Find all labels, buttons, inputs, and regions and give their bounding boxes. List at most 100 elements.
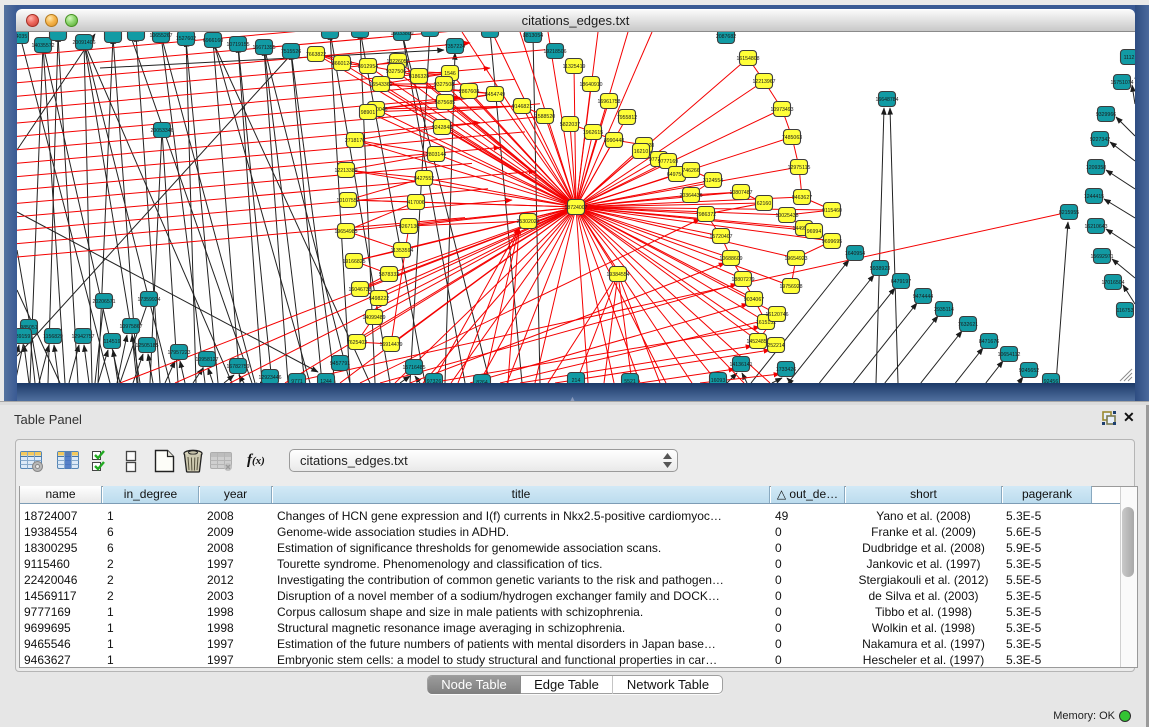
svg-text:16046738: 16046738 (348, 287, 371, 293)
svg-text:10719155: 10719155 (226, 42, 249, 48)
svg-text:25302023: 25302023 (516, 219, 539, 225)
svg-text:7955812: 7955812 (617, 115, 637, 121)
svg-text:10025438: 10025438 (775, 213, 798, 219)
svg-text:1588520: 1588520 (535, 114, 555, 120)
svg-text:9242848: 9242848 (432, 125, 452, 131)
svg-text:17016504: 17016504 (1101, 280, 1124, 286)
svg-text:15720407: 15720407 (709, 234, 732, 240)
svg-text:20206571: 20206571 (92, 299, 115, 305)
svg-text:18807279: 18807279 (731, 277, 754, 283)
svg-text:15692971: 15692971 (1090, 254, 1113, 260)
svg-text:5938923: 5938923 (870, 266, 890, 272)
svg-text:8427552: 8427552 (414, 176, 434, 182)
svg-text:214: 214 (572, 378, 581, 383)
svg-text:5875685: 5875685 (435, 100, 455, 106)
svg-text:16093: 16093 (711, 378, 726, 383)
svg-text:14099489: 14099489 (362, 315, 385, 321)
svg-text:12942757: 12942757 (71, 334, 94, 340)
svg-text:7986372: 7986372 (696, 212, 716, 218)
svg-text:9245652: 9245652 (1019, 368, 1039, 374)
svg-text:20364436: 20364436 (679, 193, 702, 199)
svg-text:8912954: 8912954 (358, 64, 378, 70)
svg-text:96994: 96994 (807, 229, 822, 235)
svg-text:12213389: 12213389 (334, 168, 357, 174)
svg-text:9771: 9771 (291, 379, 303, 383)
svg-text:1244: 1244 (320, 379, 332, 383)
svg-text:16154808: 16154808 (736, 56, 759, 62)
svg-text:16671355: 16671355 (252, 45, 275, 51)
svg-text:7625402: 7625402 (347, 340, 367, 346)
svg-text:16120746: 16120746 (765, 312, 788, 318)
svg-text:8990448: 8990448 (604, 138, 624, 144)
svg-text:16782759: 16782759 (226, 364, 249, 370)
svg-text:7357224: 7357224 (445, 44, 465, 50)
svg-text:116753: 116753 (1117, 308, 1134, 314)
svg-text:98901: 98901 (361, 110, 376, 116)
svg-text:10958127: 10958127 (195, 357, 218, 363)
svg-text:114519: 114519 (104, 339, 121, 345)
svg-text:8186328: 8186328 (409, 74, 429, 80)
svg-text:9115460: 9115460 (822, 208, 842, 214)
svg-text:1640954: 1640954 (845, 251, 865, 257)
svg-text:19166825: 19166825 (342, 259, 365, 265)
svg-text:19756928: 19756928 (779, 284, 802, 290)
svg-text:9327506: 9327506 (386, 69, 406, 75)
svg-text:1112: 1112 (1124, 55, 1135, 61)
svg-text:14524851: 14524851 (746, 339, 769, 345)
svg-text:15751074: 15751074 (1110, 80, 1133, 86)
svg-text:5878332: 5878332 (379, 272, 399, 278)
svg-text:18640910: 18640910 (579, 82, 602, 88)
svg-text:6479197: 6479197 (891, 279, 911, 285)
svg-text:9463627: 9463627 (792, 195, 812, 201)
svg-text:9227342: 9227342 (1090, 137, 1110, 143)
svg-text:10975867: 10975867 (119, 324, 142, 330)
svg-text:2935114: 2935114 (934, 307, 954, 313)
svg-text:97326: 97326 (427, 379, 442, 383)
svg-text:5822037: 5822037 (560, 122, 580, 128)
svg-text:9329966: 9329966 (1096, 112, 1116, 118)
svg-text:9457791: 9457791 (330, 361, 350, 367)
svg-text:2087682: 2087682 (716, 34, 736, 40)
svg-text:19384554: 19384554 (606, 272, 629, 278)
svg-text:17957223: 17957223 (167, 350, 190, 356)
svg-text:9777169: 9777169 (658, 159, 678, 165)
svg-text:16210643: 16210643 (1084, 224, 1107, 230)
svg-text:1733426: 1733426 (776, 367, 796, 373)
svg-text:20053346: 20053346 (150, 128, 173, 134)
svg-text:1156829: 1156829 (43, 334, 63, 340)
svg-text:19654923: 19654923 (784, 256, 807, 262)
svg-text:2867608: 2867608 (459, 89, 479, 95)
svg-text:3124554: 3124554 (703, 178, 723, 184)
svg-text:12213967: 12213967 (752, 79, 775, 85)
svg-text:7485063: 7485063 (782, 135, 802, 141)
svg-text:15716485: 15716485 (402, 365, 425, 371)
svg-text:16961758: 16961758 (597, 99, 620, 105)
svg-text:8264: 8264 (476, 380, 488, 383)
svg-text:14035: 14035 (17, 34, 27, 40)
svg-text:417006: 417006 (407, 200, 424, 206)
svg-text:8660124: 8660124 (332, 61, 352, 67)
svg-text:8215955: 8215955 (1059, 210, 1079, 216)
svg-text:2803144: 2803144 (426, 152, 446, 158)
svg-text:9699695: 9699695 (822, 239, 842, 245)
svg-text:12505185: 12505185 (135, 343, 158, 349)
svg-text:8813054: 8813054 (523, 33, 543, 39)
svg-text:252214: 252214 (767, 343, 784, 349)
svg-text:14136141: 14136141 (729, 362, 752, 368)
svg-text:7663822: 7663822 (306, 52, 326, 58)
svg-text:746266: 746266 (682, 168, 699, 174)
svg-text:11325419: 11325419 (563, 64, 586, 70)
svg-text:5521: 5521 (624, 379, 636, 383)
svg-text:1546: 1546 (444, 71, 456, 77)
svg-text:16648784: 16648784 (875, 97, 898, 103)
svg-text:8471676: 8471676 (979, 339, 999, 345)
svg-text:39159: 39159 (17, 334, 30, 340)
svg-text:11353594: 11353594 (391, 248, 414, 254)
svg-text:10688609: 10688609 (719, 256, 742, 262)
svg-text:16210: 16210 (634, 149, 649, 155)
svg-text:16914479: 16914479 (379, 342, 402, 348)
svg-text:1962615: 1962615 (583, 130, 603, 136)
svg-text:62160: 62160 (757, 201, 772, 207)
svg-text:19218506: 19218506 (543, 49, 566, 55)
svg-text:16033809: 16033809 (390, 32, 413, 37)
